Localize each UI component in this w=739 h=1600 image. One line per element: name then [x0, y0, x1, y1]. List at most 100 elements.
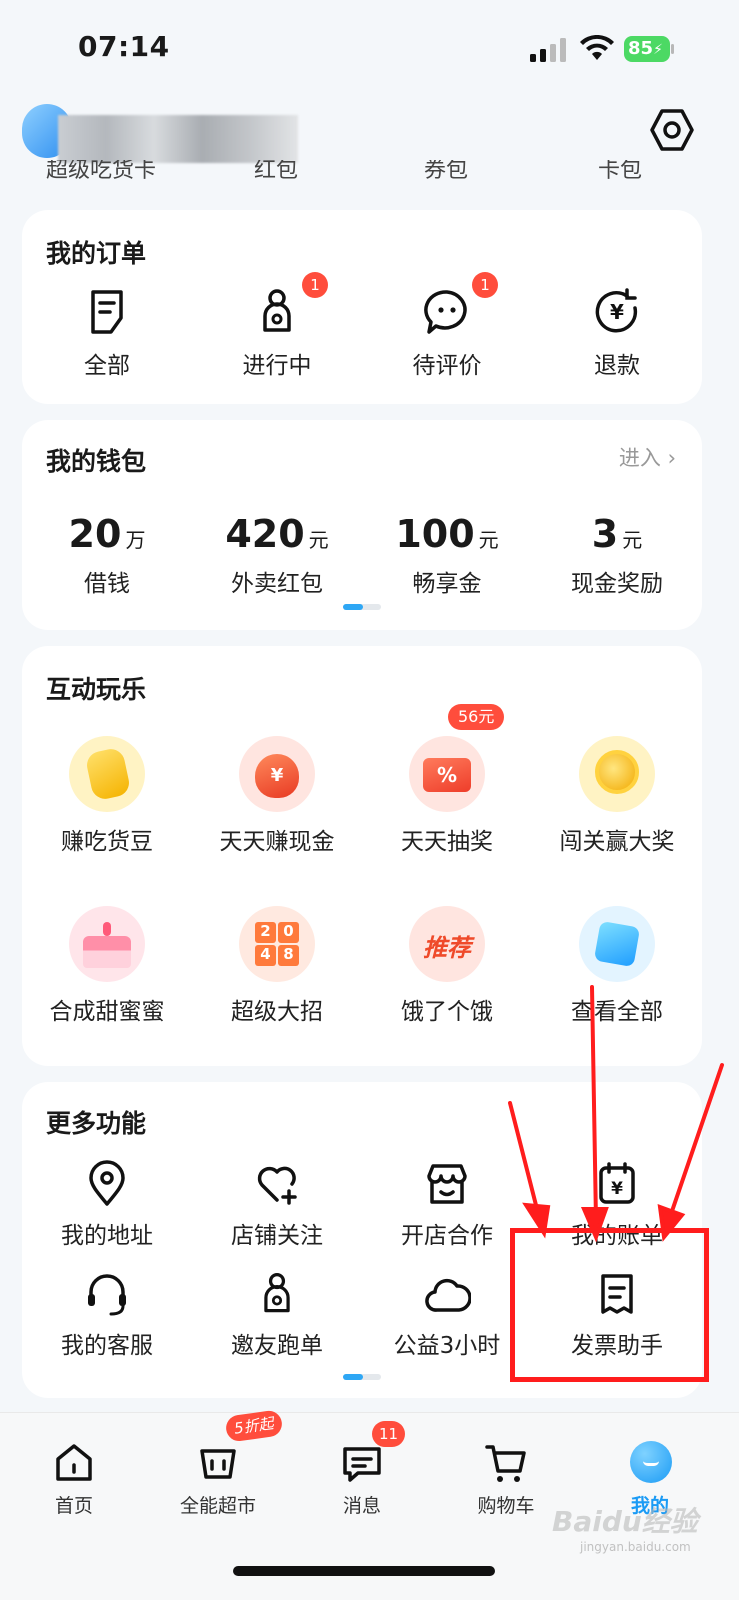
tab-label: 消息: [342, 1495, 381, 1517]
wallet-item[interactable]: 100 元 畅享金: [362, 512, 532, 598]
tab-badge: 5折起: [224, 1409, 284, 1443]
orders-title: 我的订单: [46, 239, 147, 268]
more-item[interactable]: 公益3小时: [362, 1270, 532, 1362]
game-item[interactable]: 闯关赢大奖: [532, 736, 702, 856]
order-to-review[interactable]: 1 待评价: [362, 272, 532, 386]
recommend-text: 推荐: [423, 934, 471, 962]
recommend-icon: 推荐: [409, 906, 485, 982]
more-item[interactable]: 我的地址: [22, 1160, 192, 1252]
asset-row-peek: 超级吃货卡 红包 券包 卡包: [0, 160, 739, 182]
message-icon: [343, 1447, 381, 1482]
game-item[interactable]: ¥ 天天赚现金: [192, 736, 362, 856]
wallet-label: 畅享金: [412, 571, 482, 597]
wallet-item[interactable]: 20 万 借钱: [22, 512, 192, 598]
more-label: 邀友跑单: [231, 1333, 323, 1359]
heart-plus-icon: [257, 1166, 297, 1205]
tab-label: 全能超市: [179, 1495, 256, 1517]
courier-icon: [264, 1273, 290, 1313]
profile-icon: [630, 1441, 672, 1483]
username-blurred[interactable]: [58, 115, 298, 163]
wallet-value: 3: [591, 512, 619, 556]
chat-bubble-icon: [424, 290, 467, 334]
shop-icon: [427, 1164, 467, 1204]
more-label: 公益3小时: [393, 1333, 501, 1359]
order-in-progress[interactable]: 1 进行中: [192, 272, 362, 386]
wallet-title: 我的钱包: [46, 447, 147, 476]
wifi-icon: [580, 35, 614, 60]
refund-icon: ¥: [595, 288, 638, 333]
more-item[interactable]: 我的客服: [22, 1270, 192, 1362]
games-title: 互动玩乐: [46, 675, 147, 704]
document-icon: [91, 290, 123, 334]
signal-icon: [530, 38, 566, 62]
courier-icon: [263, 289, 291, 332]
game-item[interactable]: 赚吃货豆: [22, 736, 192, 856]
annotation-highlight-box: [510, 1228, 709, 1382]
supermarket-icon: [200, 1449, 236, 1479]
game-label: 合成甜蜜蜜: [49, 999, 165, 1025]
watermark-sub: jingyan.baidu.com: [580, 1540, 691, 1554]
order-label: 待评价: [412, 353, 482, 379]
wallet-unit: 元: [622, 528, 643, 552]
svg-text:¥: ¥: [610, 300, 624, 324]
wallet-item[interactable]: 420 元 外卖红包: [192, 512, 362, 598]
annotation-arrows: [508, 985, 724, 1243]
order-label: 全部: [84, 353, 130, 379]
order-label: 退款: [594, 353, 640, 379]
tile: 2: [255, 922, 276, 943]
home-icon: [56, 1444, 92, 1481]
game-label: 闯关赢大奖: [559, 829, 675, 855]
peek-label: 超级吃货卡: [46, 160, 157, 182]
game-label: 赚吃货豆: [61, 829, 153, 855]
tile: 4: [255, 945, 276, 966]
wallet-value: 100: [395, 512, 475, 556]
order-badge: 1: [472, 272, 498, 298]
tile: 0: [278, 922, 299, 943]
tab-badge: 11: [372, 1421, 406, 1447]
settings-icon[interactable]: [650, 108, 694, 152]
wallet-label: 现金奖励: [571, 571, 663, 597]
bean-icon: [69, 736, 145, 812]
page-indicator: [343, 604, 381, 610]
wallet-unit: 元: [478, 528, 499, 552]
more-label: 我的客服: [61, 1333, 153, 1359]
wallet-item[interactable]: 3元 现金奖励: [532, 512, 702, 598]
cloud-icon: [425, 1278, 471, 1312]
order-refund[interactable]: ¥ 退款: [532, 286, 702, 386]
orders-card: 我的订单 全部 1 进行中 1 待评价 ¥ 退款: [22, 210, 702, 404]
wallet-enter-link[interactable]: 进入 ›: [619, 442, 676, 472]
more-item[interactable]: 店铺关注: [192, 1160, 362, 1252]
game-item[interactable]: 2 0 4 8 超级大招: [192, 906, 362, 1026]
game-label: 天天赚现金: [219, 829, 335, 855]
wallet-card: 我的钱包 进入 › 20 万 借钱 420 元 外卖红包 100 元 畅享金 3元 现…: [22, 420, 702, 630]
wallet-unit: 元: [308, 528, 329, 552]
order-all[interactable]: 全部: [22, 286, 192, 386]
game-badge: 56元: [448, 704, 505, 730]
game-item[interactable]: 合成甜蜜蜜: [22, 906, 192, 1026]
cube-icon: [579, 906, 655, 982]
page-indicator: [343, 1374, 381, 1380]
wallet-unit: 万: [125, 528, 146, 552]
wallet-value: 20: [68, 512, 122, 556]
more-label: 我的地址: [61, 1223, 153, 1249]
wallet-value: 420: [225, 512, 305, 556]
money-bag-icon: ¥: [239, 736, 315, 812]
cart-icon: [485, 1445, 526, 1482]
more-label: 店铺关注: [231, 1223, 323, 1249]
lottery-ticket-icon: %: [409, 736, 485, 812]
wallet-label: 借钱: [84, 571, 130, 597]
peek-label: 券包: [424, 160, 469, 182]
order-label: 进行中: [242, 353, 312, 379]
battery-level: 85: [628, 38, 654, 59]
peek-label: 卡包: [598, 160, 643, 182]
more-title: 更多功能: [46, 1109, 147, 1138]
more-item[interactable]: 邀友跑单: [192, 1270, 362, 1362]
battery-icon: 85⚡: [624, 36, 674, 62]
location-icon: [89, 1160, 125, 1206]
game-2048-icon: 2 0 4 8: [239, 906, 315, 982]
game-item[interactable]: % 56元 天天抽奖: [362, 704, 532, 856]
home-indicator: [233, 1566, 495, 1576]
game-label: 超级大招: [231, 999, 323, 1025]
game-label: 天天抽奖: [401, 829, 493, 855]
status-time: 07:14: [78, 30, 170, 63]
